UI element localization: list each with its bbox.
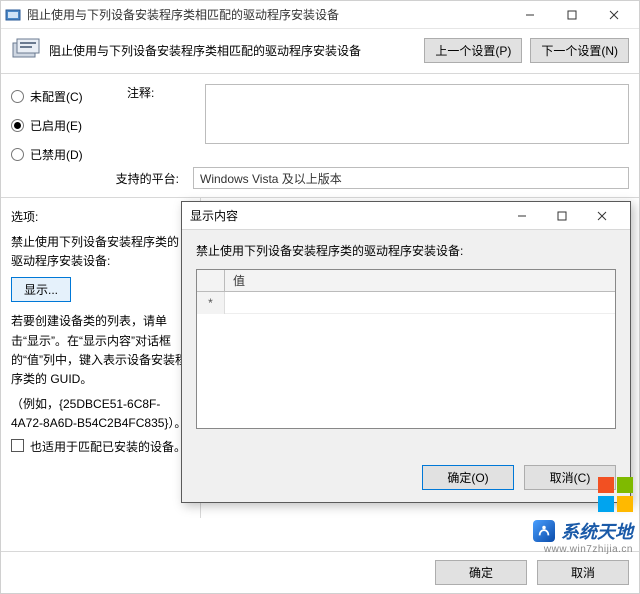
radio-enabled[interactable]: 已启用(E)	[11, 117, 121, 134]
grid-corner	[197, 270, 225, 291]
radio-label: 已启用(E)	[30, 117, 82, 134]
brand-icon	[533, 520, 555, 542]
window-title: 阻止使用与下列设备安装程序类相匹配的驱动程序安装设备	[27, 6, 339, 23]
radio-not-configured[interactable]: 未配置(C)	[11, 88, 121, 105]
radio-icon	[11, 90, 24, 103]
grid-cell[interactable]	[225, 292, 615, 314]
policy-state-area: 未配置(C) 已启用(E) 已禁用(D) 注释:	[1, 74, 639, 167]
radio-label: 未配置(C)	[30, 88, 83, 105]
radio-icon	[11, 119, 24, 132]
maximize-button[interactable]	[551, 2, 593, 28]
brand-name: 系统天地	[561, 518, 633, 544]
comment-textarea[interactable]	[205, 84, 629, 144]
also-apply-checkbox-row[interactable]: 也适用于匹配已安装的设备。	[11, 438, 190, 455]
ok-button[interactable]: 确定	[435, 560, 527, 585]
radio-disabled[interactable]: 已禁用(D)	[11, 146, 121, 163]
options-text-2: 若要创建设备类的列表，请单击“显示”。在“显示内容”对话框的“值”列中，键入表示…	[11, 312, 190, 389]
values-grid[interactable]: 值 *	[196, 269, 616, 429]
microsoft-logo-icon	[598, 477, 633, 512]
minimize-button[interactable]	[509, 2, 551, 28]
group-policy-editor-window: 阻止使用与下列设备安装程序类相匹配的驱动程序安装设备 阻止使用与下列设备安装程序…	[0, 0, 640, 594]
checkbox-icon	[11, 439, 24, 452]
modal-titlebar: 显示内容	[182, 202, 630, 230]
grid-row-marker: *	[197, 292, 225, 314]
modal-minimize-button[interactable]	[502, 204, 542, 228]
cancel-button[interactable]: 取消	[537, 560, 629, 585]
checkbox-label: 也适用于匹配已安装的设备。	[30, 438, 186, 455]
supported-platforms-value: Windows Vista 及以上版本	[200, 170, 342, 187]
watermark: 系统天地 www.win7zhijia.cn	[533, 477, 633, 555]
policy-header: 阻止使用与下列设备安装程序类相匹配的驱动程序安装设备 上一个设置(P) 下一个设…	[1, 29, 639, 69]
modal-prompt: 禁止使用下列设备安装程序类的驱动程序安装设备:	[196, 242, 616, 259]
next-setting-button[interactable]: 下一个设置(N)	[530, 38, 629, 63]
options-label: 选项:	[11, 208, 190, 225]
grid-new-row[interactable]: *	[197, 292, 615, 314]
titlebar: 阻止使用与下列设备安装程序类相匹配的驱动程序安装设备	[1, 1, 639, 29]
supported-label: 支持的平台:	[11, 170, 187, 187]
modal-ok-button[interactable]: 确定(O)	[422, 465, 514, 490]
policy-icon	[11, 37, 41, 63]
radio-icon	[11, 148, 24, 161]
options-text-1: 禁止使用下列设备安装程序类的驱动程序安装设备:	[11, 233, 190, 271]
options-text-example: （例如，{25DBCE51-6C8F-4A72-8A6D-B54C2B4FC83…	[11, 395, 190, 433]
modal-title: 显示内容	[190, 207, 238, 224]
modal-maximize-button[interactable]	[542, 204, 582, 228]
modal-close-button[interactable]	[582, 204, 622, 228]
app-icon	[5, 7, 21, 23]
supported-platforms-field: Windows Vista 及以上版本	[193, 167, 629, 189]
grid-column-header: 值	[225, 270, 615, 291]
previous-setting-button[interactable]: 上一个设置(P)	[424, 38, 522, 63]
show-contents-dialog: 显示内容 禁止使用下列设备安装程序类的驱动程序安装设备: 值 *	[181, 201, 631, 503]
close-button[interactable]	[593, 2, 635, 28]
brand-url: www.win7zhijia.cn	[533, 544, 633, 555]
dialog-footer: 确定 取消	[1, 551, 639, 593]
show-button[interactable]: 显示...	[11, 277, 71, 302]
radio-label: 已禁用(D)	[30, 146, 83, 163]
comment-label: 注释:	[127, 84, 197, 144]
policy-title: 阻止使用与下列设备安装程序类相匹配的驱动程序安装设备	[49, 42, 361, 59]
